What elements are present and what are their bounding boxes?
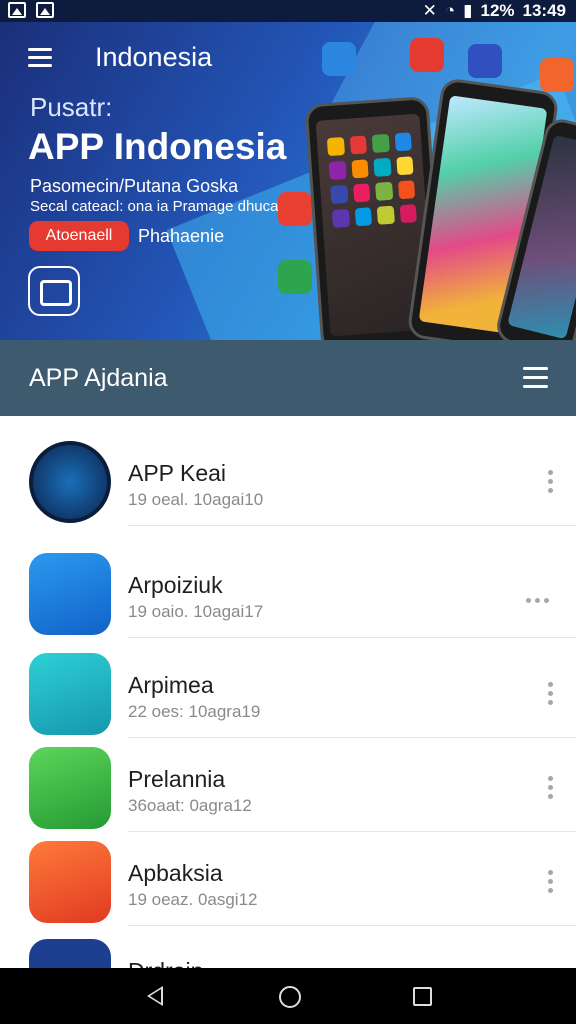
home-icon[interactable] — [279, 986, 301, 1008]
divider — [128, 525, 576, 526]
store-app-icon — [278, 192, 312, 226]
more-options-icon[interactable] — [548, 470, 554, 496]
section-header: APP Ajdania — [0, 340, 576, 416]
app-meta: 19 oaio. 10agai17 — [128, 602, 264, 621]
more-options-icon[interactable] — [548, 870, 554, 896]
system-navigation-bar — [0, 968, 576, 1024]
globe-icon — [29, 441, 111, 523]
mail-icon — [29, 747, 111, 829]
app-name: Drdrain — [128, 958, 203, 968]
image-notification-icon — [36, 2, 54, 18]
tv-icon[interactable] — [28, 266, 80, 316]
list-item[interactable]: Apbaksia 19 oeaz. 0asgi12 — [0, 828, 576, 926]
back-icon[interactable] — [147, 986, 163, 1006]
app-name: Prelannia — [128, 766, 226, 792]
section-title: APP Ajdania — [29, 364, 168, 392]
more-options-icon[interactable] — [548, 776, 554, 802]
recent-apps-icon[interactable] — [413, 987, 432, 1006]
list-item[interactable]: Drdrain — [0, 926, 576, 968]
hero-primary-button[interactable]: Atoenaell — [29, 221, 129, 251]
app-meta: 22 oes: 10agra19 — [128, 702, 261, 721]
video-app-icon — [410, 38, 444, 72]
hero-subtitle: Pasomecin/Putana Goska — [30, 176, 239, 196]
app-name: APP Keai — [128, 460, 227, 486]
hero-banner: Indonesia Pusatr: APP Indonesia Pasomeci… — [0, 22, 576, 340]
photo-icon — [29, 841, 111, 923]
app-name: Apbaksia — [128, 860, 223, 886]
more-options-icon[interactable] — [548, 682, 554, 708]
shop-app-icon — [278, 260, 312, 294]
app-list: APP Keai 19 oeal. 10agai10 Arpoiziuk 19 … — [0, 428, 576, 968]
list-item[interactable]: APP Keai 19 oeal. 10agai10 — [0, 428, 576, 526]
app-icon — [29, 939, 111, 968]
app-bar-title: Indonesia — [95, 42, 213, 72]
wave-icon — [29, 653, 111, 735]
hero-secondary-link[interactable]: Phahaenie — [138, 226, 224, 247]
signal-icon: ▮ — [463, 1, 473, 20]
app-name: Arpoiziuk — [128, 572, 223, 598]
hero-title: APP Indonesia — [28, 126, 287, 167]
app-name: Arpimea — [128, 672, 214, 698]
menu-icon[interactable] — [523, 367, 548, 389]
app-meta: 19 oeal. 10agai10 — [128, 490, 264, 509]
list-item[interactable]: Prelannia 36oaat: 0agra12 — [0, 734, 576, 832]
app-meta: 19 oeaz. 0asgi12 — [128, 890, 258, 909]
phone-app-icon — [322, 42, 356, 76]
menu-icon[interactable] — [28, 48, 52, 68]
hero-description: Secal cateacl: ona ia Pramage dhuca — [30, 198, 279, 215]
list-item[interactable]: Arpoiziuk 19 oaio. 10agai17 — [0, 540, 576, 638]
list-item[interactable]: Arpimea 22 oes: 10agra19 — [0, 640, 576, 738]
divider — [128, 637, 576, 638]
mute-icon: ✕ — [422, 1, 437, 20]
wifi-icon: ◔ — [444, 1, 456, 20]
hero-pre-title: Pusatr: — [30, 92, 113, 122]
more-options-icon[interactable] — [526, 598, 556, 604]
media-app-icon — [540, 58, 574, 92]
app-meta: 36oaat: 0agra12 — [128, 796, 252, 815]
status-bar: ✕ ◔ ▮ 12% 13:49 — [0, 0, 576, 22]
gallery-notification-icon — [8, 2, 26, 18]
battery-level: 12% — [480, 1, 515, 20]
mobile-app-icon — [468, 44, 502, 78]
clock: 13:49 — [522, 1, 566, 20]
chat-icon — [29, 553, 111, 635]
